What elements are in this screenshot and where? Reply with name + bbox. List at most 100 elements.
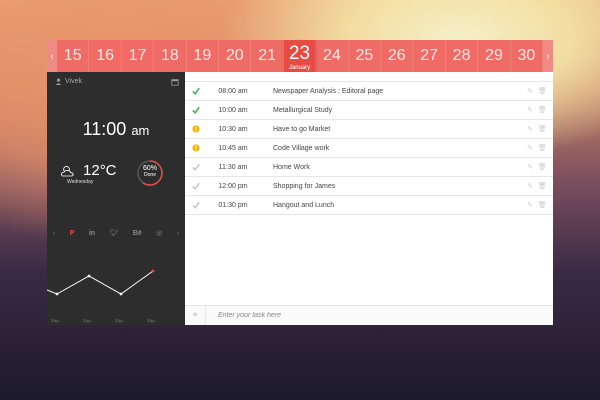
edit-icon[interactable]: ✎ bbox=[527, 87, 533, 95]
check-icon[interactable] bbox=[185, 87, 207, 95]
task-row[interactable]: 01:30 pm Hangout and Lunch ✎ 🗑︎ bbox=[185, 196, 553, 215]
task-title: Metallurgical Study bbox=[273, 106, 333, 114]
add-task-bar: + bbox=[185, 305, 553, 325]
date-cell[interactable]: 21 bbox=[251, 40, 284, 72]
date-cell[interactable]: 20 bbox=[219, 40, 252, 72]
trash-icon[interactable]: 🗑︎ bbox=[538, 163, 547, 171]
trash-icon[interactable]: 🗑︎ bbox=[538, 106, 547, 114]
month-label: January bbox=[288, 65, 311, 71]
calendar-icon[interactable] bbox=[171, 78, 179, 86]
task-panel: 08:00 am Newspaper Analysis : Editoral pa… bbox=[185, 72, 553, 325]
trash-icon[interactable]: 🗑︎ bbox=[538, 87, 547, 95]
temperature-value: 12 bbox=[83, 162, 100, 179]
edit-icon[interactable]: ✎ bbox=[527, 201, 533, 209]
cloudy-sun-icon bbox=[61, 165, 74, 176]
chevron-right-icon[interactable]: › bbox=[543, 40, 553, 72]
warning-icon[interactable] bbox=[185, 125, 207, 133]
chart-label: 20jan bbox=[51, 318, 60, 323]
weather-widget: 12°C bbox=[59, 162, 117, 179]
pinterest-icon[interactable]: P bbox=[70, 230, 75, 237]
progress-value: 60% bbox=[142, 165, 157, 172]
trash-icon[interactable]: 🗑︎ bbox=[538, 125, 547, 133]
task-title: Hangout and Lunch bbox=[273, 201, 335, 209]
chevron-left-icon[interactable]: ‹ bbox=[53, 230, 55, 237]
trash-icon[interactable]: 🗑︎ bbox=[538, 182, 547, 190]
edit-icon[interactable]: ✎ bbox=[527, 144, 533, 152]
trash-icon[interactable]: 🗑︎ bbox=[538, 201, 547, 209]
linkedin-icon[interactable]: in bbox=[89, 230, 95, 237]
task-title: Newspaper Analysis : Editoral page bbox=[273, 87, 384, 95]
edit-icon[interactable]: ✎ bbox=[527, 163, 533, 171]
task-title: Shopping for James bbox=[273, 182, 336, 190]
date-cell[interactable]: 18 bbox=[154, 40, 187, 72]
edit-icon[interactable]: ✎ bbox=[527, 106, 533, 114]
clock-time: 11:00 bbox=[82, 119, 127, 139]
check-icon[interactable] bbox=[185, 163, 207, 171]
chart-point bbox=[151, 269, 155, 273]
date-cell[interactable]: 29 bbox=[478, 40, 511, 72]
task-row[interactable]: 12:00 pm Shopping for James ✎ 🗑︎ bbox=[185, 177, 553, 196]
task-list: 08:00 am Newspaper Analysis : Editoral pa… bbox=[185, 81, 553, 215]
chart-label: 21jan bbox=[83, 318, 92, 323]
task-time: 10:45 am bbox=[218, 144, 248, 152]
date-cell[interactable]: 30 bbox=[511, 40, 544, 72]
chart-point bbox=[119, 292, 123, 296]
plus-icon[interactable]: + bbox=[185, 306, 206, 325]
task-row[interactable]: 11:30 am Home Work ✎ 🗑︎ bbox=[185, 158, 553, 177]
date-cell[interactable]: 27 bbox=[413, 40, 446, 72]
chevron-left-icon[interactable]: ‹ bbox=[47, 40, 57, 72]
check-icon[interactable] bbox=[185, 106, 207, 114]
date-cell[interactable]: 26 bbox=[381, 40, 414, 72]
user-icon bbox=[55, 78, 62, 85]
progress-text: 60% Done bbox=[136, 165, 164, 179]
chart-point bbox=[55, 292, 59, 296]
date-cell[interactable]: 15 bbox=[57, 40, 90, 72]
task-time: 01:30 pm bbox=[218, 201, 248, 209]
chart-label: 23jan bbox=[147, 318, 156, 323]
sidebar: Vivek 11:00 am 12°C Wednesday 60% Done ‹… bbox=[47, 72, 185, 325]
activity-chart bbox=[47, 269, 155, 296]
task-time: 12:00 pm bbox=[218, 182, 248, 190]
task-row[interactable]: 10:00 am Metallurgical Study ✎ 🗑︎ bbox=[185, 101, 553, 120]
trash-icon[interactable]: 🗑︎ bbox=[538, 144, 547, 152]
date-cell[interactable]: 17 bbox=[122, 40, 155, 72]
edit-icon[interactable]: ✎ bbox=[527, 125, 533, 133]
check-icon[interactable] bbox=[185, 201, 207, 209]
date-cell[interactable]: 24 bbox=[316, 40, 349, 72]
task-title: Code Village work bbox=[273, 144, 330, 152]
twitter-icon[interactable]: 🐦︎ bbox=[109, 229, 118, 237]
user-name: Vivek bbox=[65, 78, 82, 85]
date-cell[interactable]: 16 bbox=[89, 40, 122, 72]
weekday-label: Wednesday bbox=[67, 179, 94, 185]
clock-display: 11:00 am bbox=[47, 119, 185, 140]
task-title: Home Work bbox=[273, 163, 310, 171]
behance-icon[interactable]: Bē bbox=[133, 230, 142, 237]
dribbble-icon[interactable]: ◎ bbox=[156, 229, 162, 237]
date-strip: ‹ 15 16 17 18 19 20 21 23 January 24 25 26 27 28 29 30 … bbox=[47, 40, 553, 76]
task-title: Have to go Market bbox=[273, 125, 331, 133]
edit-icon[interactable]: ✎ bbox=[527, 182, 533, 190]
task-input[interactable] bbox=[216, 311, 520, 320]
chart-point bbox=[87, 274, 91, 278]
task-time: 08:00 am bbox=[218, 87, 248, 95]
task-row[interactable]: 10:45 am Code Village work ✎ 🗑︎ bbox=[185, 139, 553, 158]
task-time: 10:00 am bbox=[218, 106, 248, 114]
chevron-right-icon[interactable]: › bbox=[177, 230, 179, 237]
date-cell[interactable]: 19 bbox=[187, 40, 220, 72]
temperature-unit: °C bbox=[99, 162, 117, 179]
clock-ampm: am bbox=[131, 123, 150, 138]
date-cell[interactable]: 25 bbox=[349, 40, 382, 72]
user-info[interactable]: Vivek bbox=[55, 78, 82, 85]
task-time: 10:30 am bbox=[218, 125, 248, 133]
date-cell[interactable]: 28 bbox=[446, 40, 479, 72]
task-row[interactable]: 08:00 am Newspaper Analysis : Editoral pa… bbox=[185, 81, 553, 101]
chart-label: 22jan bbox=[115, 318, 124, 323]
date-cell-active[interactable]: 23 January bbox=[283, 40, 317, 76]
task-time: 11:30 am bbox=[218, 163, 248, 171]
check-icon[interactable] bbox=[185, 182, 207, 190]
warning-icon[interactable] bbox=[185, 144, 207, 152]
date-list: 15 16 17 18 19 20 21 23 January 24 25 26 27 28 29 30 bbox=[57, 40, 544, 76]
social-row: ‹ P in 🐦︎ Bē ◎ › bbox=[53, 229, 179, 238]
task-row[interactable]: 10:30 am Have to go Market ✎ 🗑︎ bbox=[185, 120, 553, 139]
progress-label: Done bbox=[144, 172, 156, 178]
